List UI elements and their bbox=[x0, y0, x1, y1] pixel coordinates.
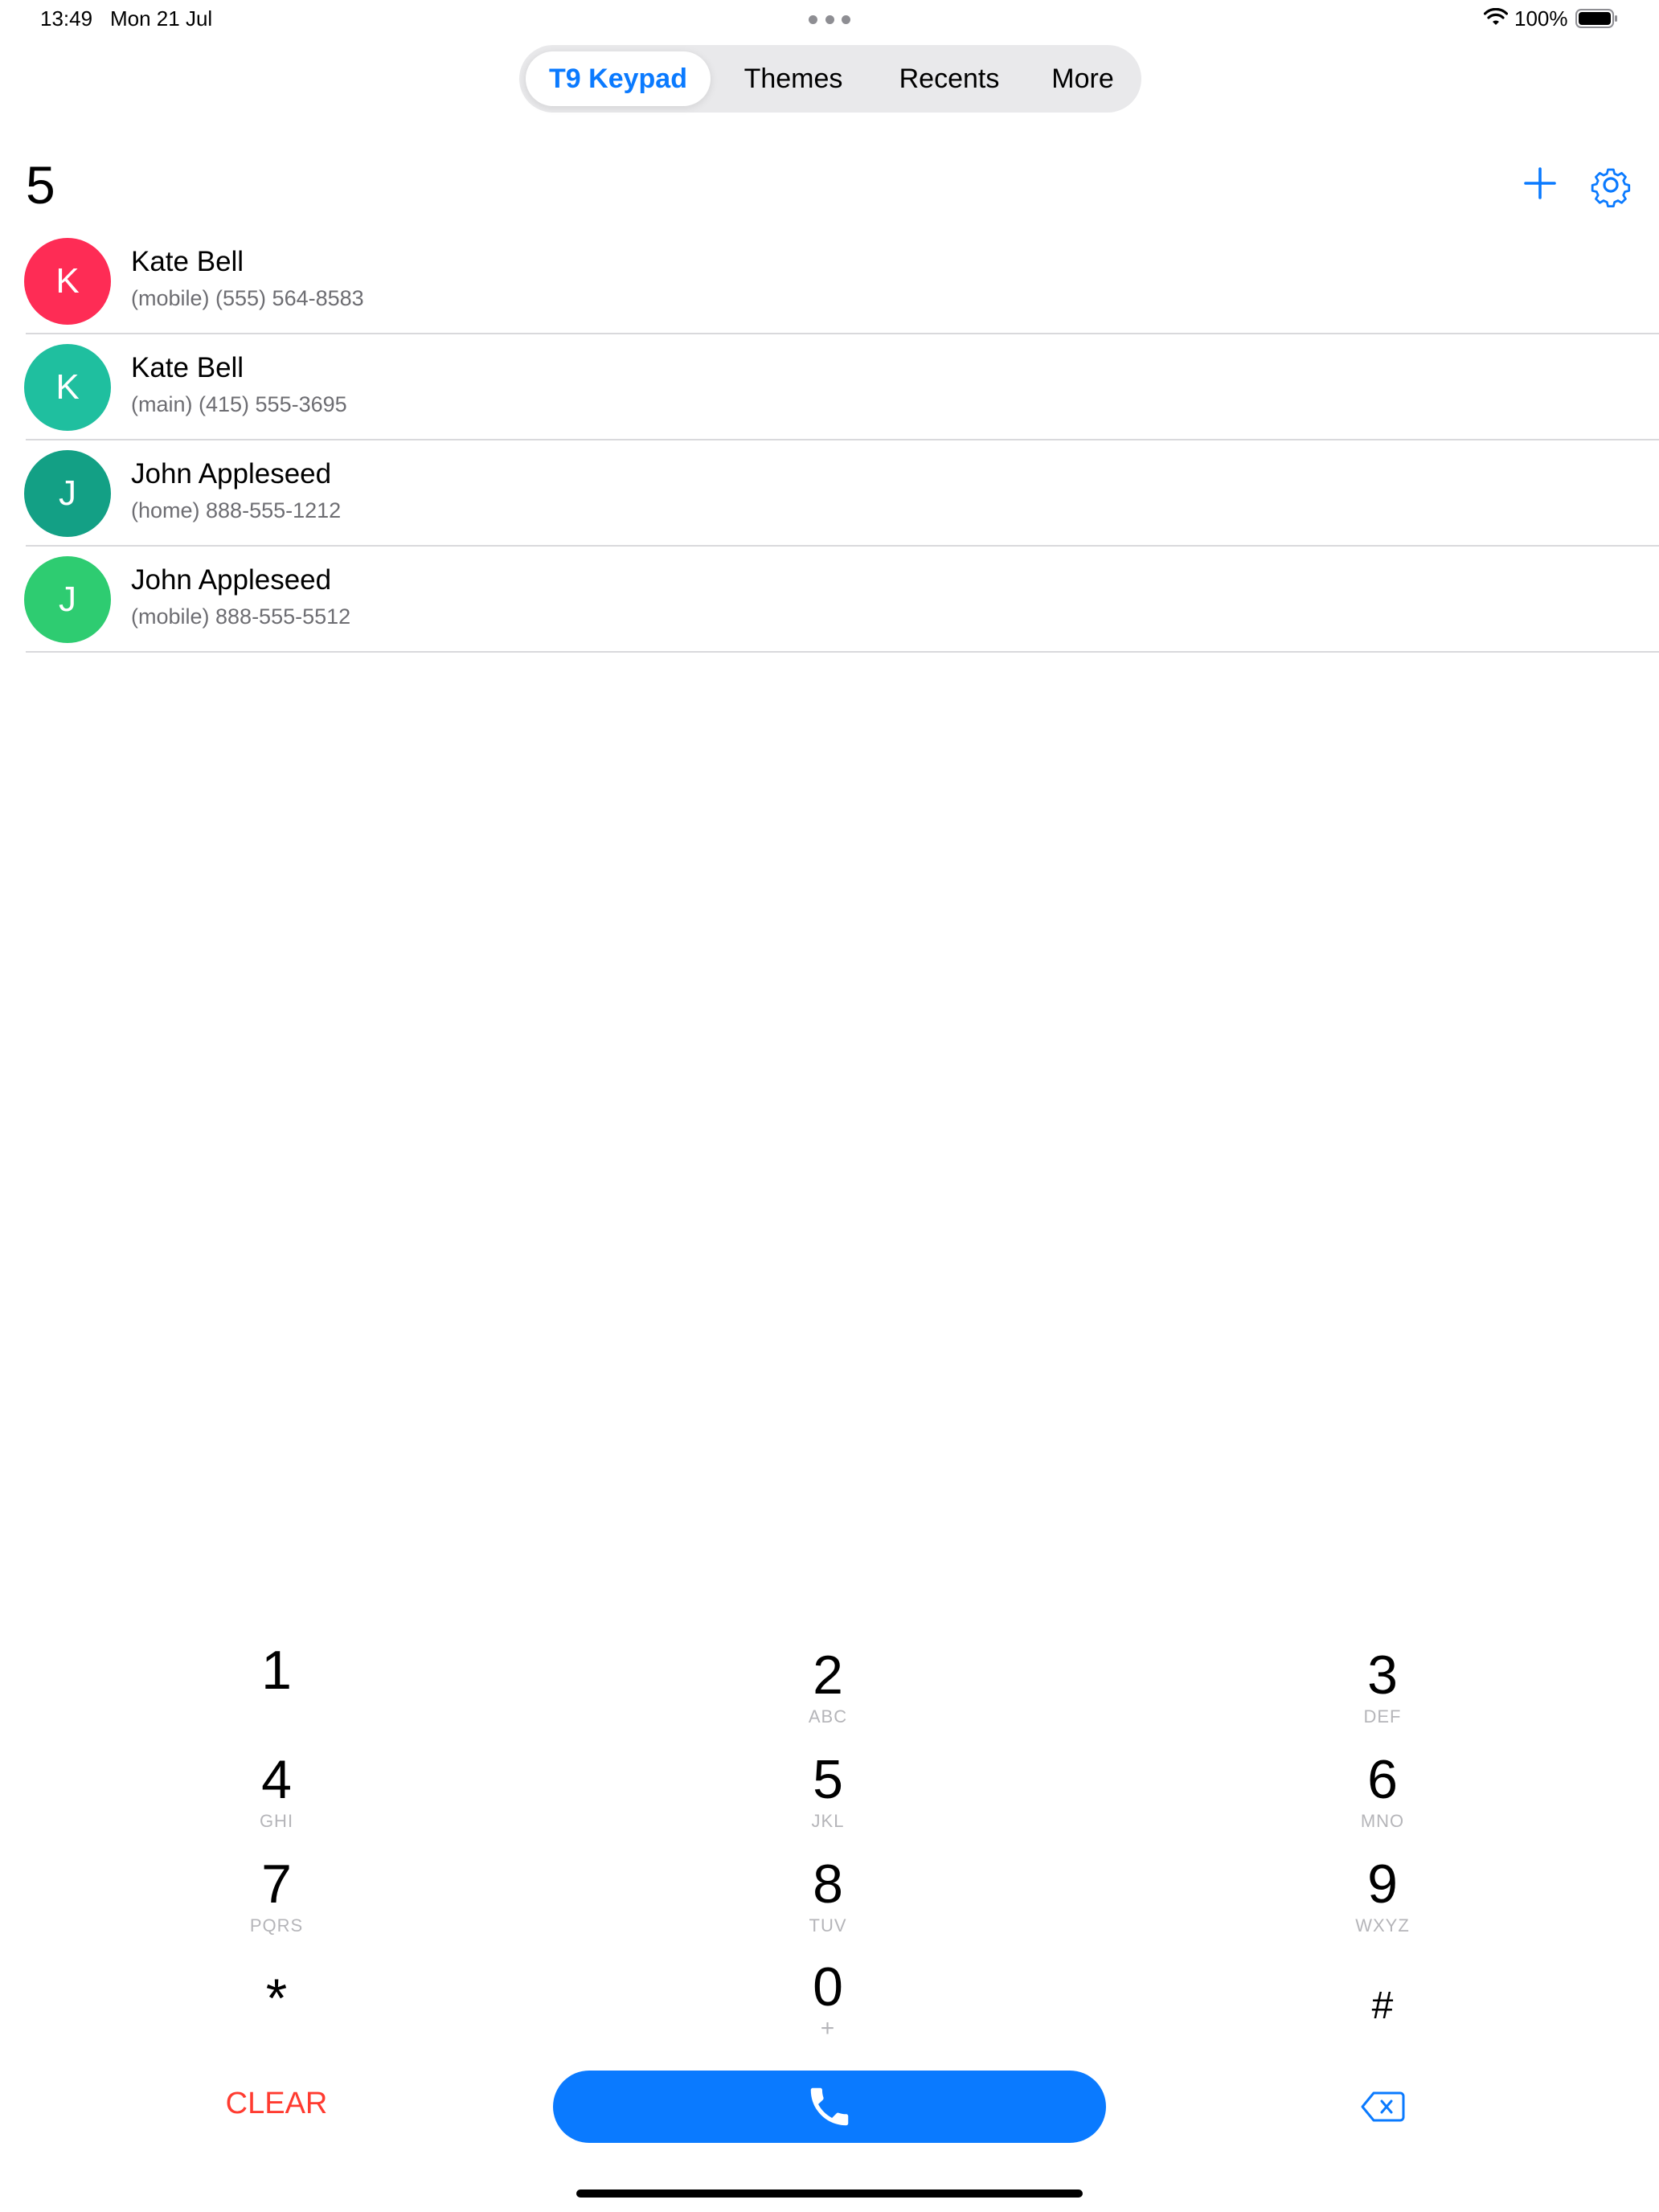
plus-icon[interactable] bbox=[1518, 161, 1563, 206]
battery-icon bbox=[1575, 9, 1617, 28]
home-indicator bbox=[576, 2189, 1083, 2198]
contact-name: John Appleseed bbox=[131, 458, 332, 490]
key-letters: PQRS bbox=[249, 1915, 304, 1936]
key-5[interactable]: 5 JKL bbox=[748, 1749, 908, 1845]
key-letters: MNO bbox=[1360, 1811, 1405, 1831]
key-digit: * bbox=[265, 1968, 288, 2029]
contact-row[interactable]: J John Appleseed (mobile) 888-555-5512 bbox=[0, 547, 1659, 653]
gear-icon[interactable] bbox=[1588, 162, 1633, 207]
tab-t9-keypad[interactable]: T9 Keypad bbox=[526, 51, 711, 106]
key-letters: + bbox=[820, 2015, 836, 2042]
key-letters: JKL bbox=[811, 1811, 845, 1831]
key-letters: TUV bbox=[809, 1915, 847, 1936]
status-time: 13:49 bbox=[40, 6, 93, 31]
tab-more[interactable]: More bbox=[1030, 51, 1135, 106]
key-digit: 6 bbox=[1367, 1749, 1398, 1810]
battery-percentage: 100% bbox=[1514, 6, 1568, 31]
contact-name: Kate Bell bbox=[131, 246, 244, 277]
key-digit: 4 bbox=[261, 1749, 292, 1810]
avatar: K bbox=[24, 238, 111, 325]
key-letters: DEF bbox=[1363, 1706, 1402, 1727]
phone-icon bbox=[810, 2087, 849, 2126]
call-button[interactable] bbox=[553, 2071, 1106, 2143]
key-digit: 2 bbox=[813, 1645, 843, 1706]
key-digit: 8 bbox=[813, 1854, 843, 1915]
key-9[interactable]: 9 WXYZ bbox=[1302, 1854, 1463, 1950]
key-digit: 9 bbox=[1367, 1854, 1398, 1915]
key-digit: 1 bbox=[261, 1640, 292, 1701]
contact-phone: (mobile) (555) 564-8583 bbox=[131, 286, 364, 310]
contact-row[interactable]: K Kate Bell (mobile) (555) 564-8583 bbox=[0, 228, 1659, 334]
avatar: J bbox=[24, 556, 111, 643]
contact-phone: (main) (415) 555-3695 bbox=[131, 392, 347, 416]
divider bbox=[26, 651, 1659, 653]
avatar: K bbox=[24, 344, 111, 431]
key-letters: GHI bbox=[259, 1811, 294, 1831]
key-letters: ABC bbox=[808, 1706, 848, 1727]
key-1[interactable]: 1 bbox=[196, 1640, 357, 1736]
tab-bar: T9 Keypad Themes Recents More bbox=[519, 45, 1141, 113]
multitasking-dots-icon[interactable] bbox=[809, 8, 850, 31]
key-4[interactable]: 4 GHI bbox=[196, 1749, 357, 1845]
key-star[interactable]: * bbox=[196, 1968, 357, 2064]
contact-row[interactable]: K Kate Bell (main) (415) 555-3695 bbox=[0, 334, 1659, 440]
key-digit: # bbox=[1371, 1985, 1394, 2027]
key-letters: WXYZ bbox=[1355, 1915, 1410, 1936]
avatar: J bbox=[24, 450, 111, 537]
key-7[interactable]: 7 PQRS bbox=[196, 1854, 357, 1950]
contact-name: John Appleseed bbox=[131, 564, 332, 596]
key-8[interactable]: 8 TUV bbox=[748, 1854, 908, 1950]
key-digit: 7 bbox=[261, 1854, 292, 1915]
key-digit: 0 bbox=[813, 1956, 843, 2017]
status-date: Mon 21 Jul bbox=[110, 6, 213, 31]
tab-recents[interactable]: Recents bbox=[873, 51, 1026, 106]
key-hash[interactable]: # bbox=[1302, 1976, 1463, 2072]
key-digit: 5 bbox=[813, 1749, 843, 1810]
backspace-icon[interactable] bbox=[1360, 2090, 1405, 2124]
contact-row[interactable]: J John Appleseed (home) 888-555-1212 bbox=[0, 440, 1659, 547]
contact-phone: (mobile) 888-555-5512 bbox=[131, 604, 351, 629]
contact-phone: (home) 888-555-1212 bbox=[131, 498, 342, 522]
key-3[interactable]: 3 DEF bbox=[1302, 1645, 1463, 1741]
clear-button[interactable]: CLEAR bbox=[196, 2087, 357, 2128]
key-6[interactable]: 6 MNO bbox=[1302, 1749, 1463, 1845]
contact-name: Kate Bell bbox=[131, 352, 244, 383]
tab-themes[interactable]: Themes bbox=[719, 51, 868, 106]
key-digit: 3 bbox=[1367, 1645, 1398, 1706]
key-2[interactable]: 2 ABC bbox=[748, 1645, 908, 1741]
wifi-icon bbox=[1484, 8, 1508, 25]
dialed-number: 5 bbox=[26, 155, 55, 215]
key-0[interactable]: 0 + bbox=[748, 1956, 908, 2053]
